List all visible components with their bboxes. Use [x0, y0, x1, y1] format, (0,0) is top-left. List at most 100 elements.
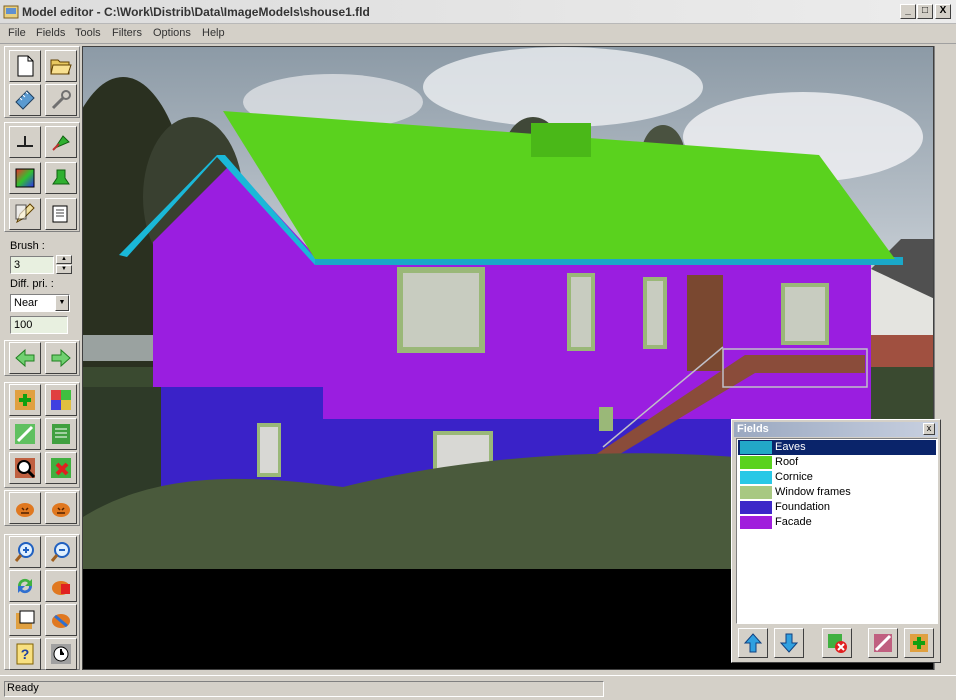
field-item-roof[interactable]: Roof	[738, 455, 936, 470]
line-tool-icon	[17, 136, 33, 147]
export-icon	[16, 610, 35, 629]
brush-size-input[interactable]: 3	[10, 256, 54, 274]
delete-icon	[51, 458, 71, 478]
field-table-button[interactable]	[45, 418, 77, 450]
pumpkin-tools-group	[4, 490, 80, 526]
properties-button[interactable]	[9, 84, 41, 116]
gradient-tool-button[interactable]	[9, 162, 41, 194]
diff-label: Diff. pri. :	[10, 278, 54, 290]
menu-bar: File Fields Tools Filters Options Help	[0, 24, 956, 44]
menu-help[interactable]: Help	[202, 27, 225, 39]
status-text: Ready	[4, 681, 604, 697]
edit-field-button[interactable]	[9, 418, 41, 450]
pencil-tool-button[interactable]	[9, 198, 41, 230]
menu-file[interactable]: File	[8, 27, 26, 39]
arrow-right-icon	[51, 348, 71, 368]
field-item-facade[interactable]: Facade	[738, 515, 936, 530]
field-item-eaves[interactable]: Eaves	[738, 440, 936, 455]
stamp-icon	[52, 169, 70, 185]
add-field-button[interactable]	[9, 384, 41, 416]
next-button[interactable]	[45, 342, 77, 374]
previous-button[interactable]	[9, 342, 41, 374]
render-button[interactable]	[45, 570, 77, 602]
new-file-icon	[17, 55, 34, 77]
field-name: Foundation	[775, 501, 831, 513]
arrow-up-icon	[743, 633, 763, 653]
add-field-panel-icon	[910, 634, 928, 652]
minimize-button[interactable]: _	[900, 4, 916, 19]
layers-tool-button[interactable]	[45, 198, 77, 230]
menu-tools[interactable]: Tools	[75, 27, 101, 39]
import-button[interactable]	[45, 604, 77, 636]
fields-panel-titlebar[interactable]: Fields x	[734, 422, 938, 437]
field-name: Facade	[775, 516, 812, 528]
svg-text:?: ?	[21, 646, 30, 662]
field-name: Eaves	[775, 441, 806, 453]
move-field-down-button[interactable]	[774, 628, 804, 658]
delete-field-button[interactable]	[45, 452, 77, 484]
line-tool-button[interactable]	[9, 126, 41, 158]
fields-close-button[interactable]: x	[923, 423, 935, 435]
menu-fields[interactable]: Fields	[36, 27, 65, 39]
refresh-button[interactable]	[9, 570, 41, 602]
field-grid-button[interactable]	[45, 384, 77, 416]
app-icon	[3, 5, 19, 19]
remove-field-button[interactable]	[822, 628, 852, 658]
fill-tool-button[interactable]	[45, 126, 77, 158]
move-field-up-button[interactable]	[738, 628, 768, 658]
new-file-button[interactable]	[9, 50, 41, 82]
brush-spin-down[interactable]: ▼	[56, 265, 72, 274]
field-item-window-frames[interactable]: Window frames	[738, 485, 936, 500]
field-item-foundation[interactable]: Foundation	[738, 500, 936, 515]
view-tools-group: ?	[4, 534, 80, 670]
clock-icon	[51, 644, 71, 664]
field-name: Window frames	[775, 486, 851, 498]
zoom-out-icon	[50, 542, 70, 562]
diff-value-input[interactable]: 100	[10, 316, 68, 334]
field-swatch	[740, 516, 772, 529]
pumpkin-left-button[interactable]	[9, 492, 41, 524]
pumpkin-right-button[interactable]	[45, 492, 77, 524]
open-file-button[interactable]	[45, 50, 77, 82]
status-bar: Ready	[0, 675, 956, 700]
fields-list[interactable]: Eaves Roof Cornice Window frames Foundat…	[736, 438, 938, 624]
help-button[interactable]: ?	[9, 638, 41, 670]
timer-button[interactable]	[45, 638, 77, 670]
menu-options[interactable]: Options	[153, 27, 191, 39]
close-button[interactable]: X	[935, 4, 951, 19]
refresh-icon	[17, 578, 33, 594]
edit-field-icon	[15, 424, 35, 444]
field-name: Roof	[775, 456, 799, 468]
edit-field-panel-button[interactable]	[868, 628, 898, 658]
import-icon	[52, 614, 70, 628]
remove-field-icon	[828, 634, 847, 653]
fields-panel: Fields x Eaves Roof Cornice Window frame…	[731, 419, 941, 663]
gradient-icon	[15, 168, 35, 188]
find-field-button[interactable]	[9, 452, 41, 484]
open-folder-icon	[50, 59, 72, 75]
file-tools-group	[4, 46, 80, 118]
grid-icon	[51, 390, 71, 410]
edit-tools-group	[4, 122, 80, 232]
stamp-tool-button[interactable]	[45, 162, 77, 194]
arrow-left-icon	[15, 348, 35, 368]
pumpkin-icon	[16, 503, 34, 517]
field-item-cornice[interactable]: Cornice	[738, 470, 936, 485]
brush-spin-up[interactable]: ▲	[56, 255, 72, 264]
menu-filters[interactable]: Filters	[112, 27, 142, 39]
add-field-icon	[15, 390, 35, 410]
zoom-in-button[interactable]	[9, 536, 41, 568]
maximize-button[interactable]: □	[917, 4, 933, 19]
pencil-icon	[15, 203, 35, 224]
add-field-panel-button[interactable]	[904, 628, 934, 658]
edit-field-panel-icon	[874, 634, 892, 652]
export-button[interactable]	[9, 604, 41, 636]
tool-panel: Brush : 3 ▲ ▼ Diff. pri. : Near ▼ 100 ?	[4, 46, 80, 670]
zoom-out-button[interactable]	[45, 536, 77, 568]
settings-tool-button[interactable]	[45, 84, 77, 116]
diff-priority-select[interactable]: Near ▼	[10, 294, 70, 312]
arrow-down-icon	[779, 633, 799, 653]
diff-selected: Near	[14, 297, 38, 309]
ruler-icon	[15, 90, 35, 110]
field-swatch	[740, 486, 772, 499]
